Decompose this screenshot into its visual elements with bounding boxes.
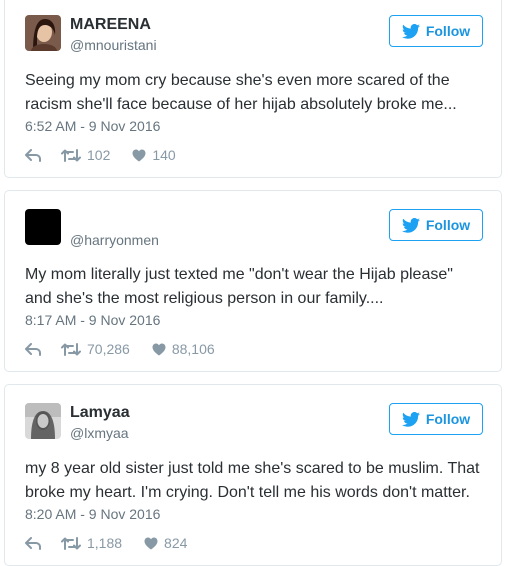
reply-button[interactable] [25, 148, 41, 162]
like-count: 824 [164, 535, 188, 551]
retweet-button[interactable]: 1,188 [61, 535, 122, 551]
heart-icon [132, 149, 146, 161]
retweet-icon [61, 148, 81, 162]
retweet-count: 70,286 [87, 341, 130, 357]
bird-icon [401, 217, 420, 233]
avatar[interactable] [25, 403, 61, 439]
reply-button[interactable] [25, 536, 41, 550]
tweet-text: Seeing my mom cry because she's even mor… [25, 69, 487, 117]
reply-icon [25, 342, 41, 356]
reply-icon [25, 148, 41, 162]
tweet-text: my 8 year old sister just told me she's … [25, 457, 487, 505]
tweet-actions: 102 140 [25, 147, 198, 163]
reply-icon [25, 536, 41, 550]
like-button[interactable]: 88,106 [152, 341, 215, 357]
tweet-card: Lamyaa @lxmyaa Follow my 8 year old sist… [4, 384, 502, 566]
like-count: 88,106 [171, 341, 215, 357]
follow-label: Follow [425, 23, 471, 39]
retweet-count: 1,188 [87, 535, 123, 551]
like-button[interactable]: 140 [132, 147, 176, 163]
heart-icon [152, 343, 166, 355]
tweet-text-line: and she's the most religious person in o… [25, 290, 384, 307]
tweet-timestamp[interactable]: 8:20 AM - 9 Nov 2016 [25, 506, 160, 522]
tweet-actions: 1,188 824 [25, 535, 209, 551]
tweet-timestamp[interactable]: 8:17 AM - 9 Nov 2016 [25, 312, 160, 328]
like-button[interactable]: 824 [144, 535, 187, 551]
retweet-count: 102 [87, 147, 111, 163]
tweet-timestamp[interactable]: 6:52 AM - 9 Nov 2016 [25, 118, 160, 134]
avatar[interactable] [25, 209, 61, 245]
follow-label: Follow [425, 217, 471, 233]
tweet-text-line: my 8 year old sister just told me she's … [25, 460, 480, 477]
retweet-icon [61, 342, 81, 356]
tweet-actions: 70,286 88,106 [25, 341, 237, 357]
reply-button[interactable] [25, 342, 41, 356]
follow-button[interactable]: Follow [389, 15, 483, 47]
tweet-text: My mom literally just texted me "don't w… [25, 263, 487, 311]
user-handle[interactable]: @lxmyaa [70, 425, 129, 441]
display-name[interactable]: MAREENA [70, 16, 151, 34]
avatar[interactable] [25, 15, 61, 51]
tweet-text-line: broke my heart. I'm crying. Don't tell m… [25, 484, 470, 501]
tweet-text-line: My mom literally just texted me "don't w… [25, 266, 453, 283]
follow-button[interactable]: Follow [389, 209, 483, 241]
follow-button[interactable]: Follow [389, 403, 483, 435]
tweet-card: MAREENA @mnouristani Follow Seeing my mo… [4, 0, 502, 178]
tweet-text-line: Seeing my mom cry because she's even mor… [25, 72, 450, 89]
heart-icon [144, 537, 158, 549]
user-handle[interactable]: @mnouristani [70, 37, 157, 53]
follow-label: Follow [425, 411, 471, 427]
retweet-button[interactable]: 102 [61, 147, 110, 163]
tweet-card: @harryonmen Follow My mom literally just… [4, 190, 502, 372]
bird-icon [401, 411, 420, 427]
display-name[interactable]: Lamyaa [70, 404, 130, 422]
retweet-button[interactable]: 70,286 [61, 341, 130, 357]
tweet-text-line: racism she'll face because of her hijab … [25, 96, 457, 113]
like-count: 140 [152, 147, 176, 163]
retweet-icon [61, 536, 81, 550]
user-handle[interactable]: @harryonmen [70, 232, 159, 248]
bird-icon [401, 23, 420, 39]
